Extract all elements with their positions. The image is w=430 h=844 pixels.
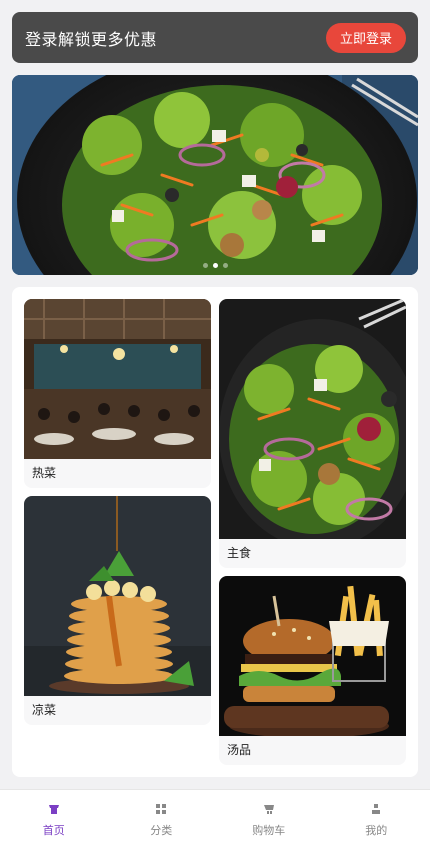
home-icon xyxy=(48,805,59,814)
category-label: 汤品 xyxy=(227,743,252,757)
carousel-dot[interactable] xyxy=(222,263,228,268)
cart-icon xyxy=(263,805,274,814)
carousel-dot-active[interactable] xyxy=(212,263,218,268)
tab-home[interactable]: 首页 xyxy=(0,790,108,844)
burger-image xyxy=(219,576,406,736)
tab-label: 分类 xyxy=(150,824,173,837)
pancake-image xyxy=(24,496,211,696)
bottom-tab-bar: 首页 分类 购物车 我的 xyxy=(0,789,430,844)
tab-label: 购物车 xyxy=(252,824,286,837)
carousel-indicator xyxy=(12,263,418,268)
grid-icon xyxy=(156,804,167,814)
category-label: 凉菜 xyxy=(32,703,57,717)
carousel-dot[interactable] xyxy=(202,263,208,268)
category-label: 热菜 xyxy=(32,466,57,480)
hero-carousel[interactable] xyxy=(12,75,418,275)
category-card-soups[interactable]: 汤品 xyxy=(219,576,406,765)
login-button[interactable]: 立即登录 xyxy=(325,22,406,53)
category-card-cold-dishes[interactable]: 凉菜 xyxy=(24,496,211,725)
login-banner: 登录解锁更多优惠 立即登录 xyxy=(12,12,418,63)
hero-salad-image xyxy=(12,75,418,275)
tab-category[interactable]: 分类 xyxy=(108,790,216,844)
tab-label: 首页 xyxy=(42,824,65,837)
restaurant-image xyxy=(24,299,211,459)
salad-image xyxy=(219,299,406,539)
tab-mine[interactable]: 我的 xyxy=(323,790,430,844)
user-icon xyxy=(372,804,381,814)
category-panel: 热菜 主食 凉菜 汤品 xyxy=(12,287,418,777)
login-prompt-text: 登录解锁更多优惠 xyxy=(25,29,158,49)
tab-cart[interactable]: 购物车 xyxy=(215,790,323,844)
category-card-staple-food[interactable]: 主食 xyxy=(219,299,406,568)
category-label: 主食 xyxy=(227,546,252,560)
category-card-hot-dishes[interactable]: 热菜 xyxy=(24,299,211,488)
tab-label: 我的 xyxy=(365,824,388,837)
